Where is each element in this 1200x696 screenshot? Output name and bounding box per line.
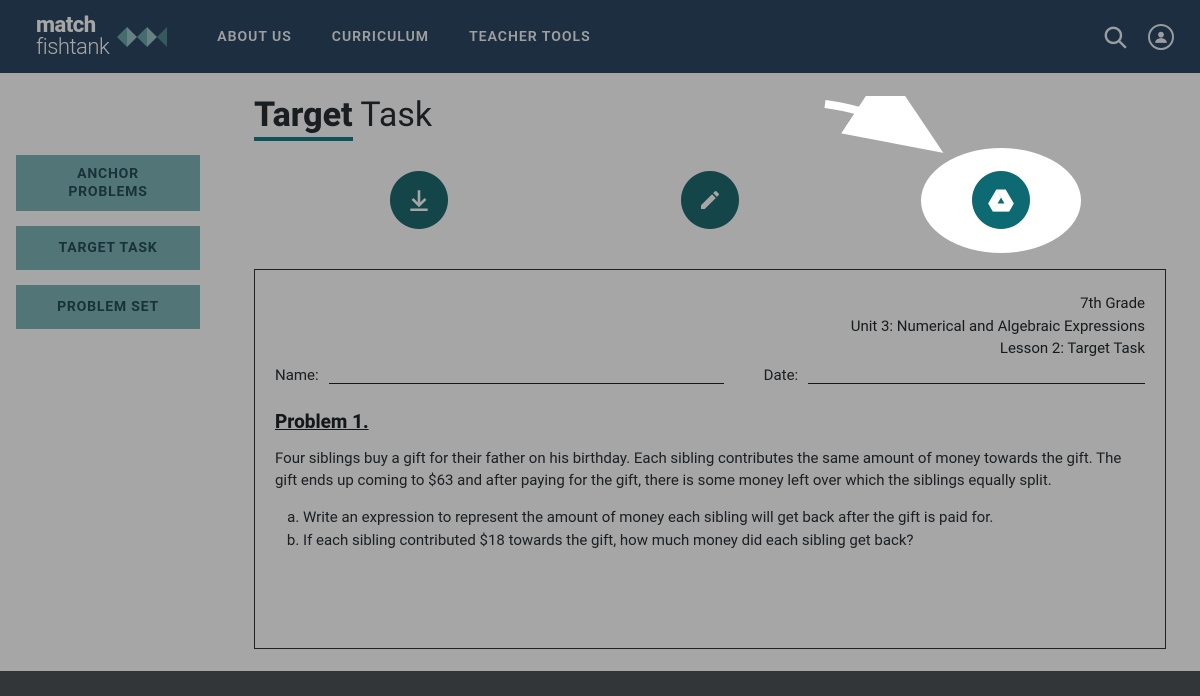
sidebar-anchor-line1: ANCHOR — [77, 166, 139, 182]
sidebar-target-task[interactable]: TARGET TASK — [16, 226, 200, 270]
sidebar-anchor-line2: PROBLEMS — [24, 183, 192, 201]
nav-curriculum[interactable]: CURRICULUM — [332, 29, 429, 45]
main-nav: ABOUT US CURRICULUM TEACHER TOOLS — [217, 29, 590, 45]
problem-part-b: If each sibling contributed $18 towards … — [303, 529, 1145, 552]
drive-spotlight — [921, 148, 1081, 253]
doc-lesson: Lesson 2: Target Task — [275, 337, 1145, 360]
main-content: Target Task — [200, 73, 1200, 671]
problem-subparts: Write an expression to represent the amo… — [303, 506, 1145, 553]
doc-grade: 7th Grade — [275, 292, 1145, 315]
doc-unit: Unit 3: Numerical and Algebraic Expressi… — [275, 315, 1145, 338]
doc-date-line — [808, 366, 1145, 384]
header-nav: match fishtank ABOUT US CURRICULUM TEACH… — [0, 0, 1200, 73]
google-drive-icon — [986, 186, 1016, 214]
problem-body: Four siblings buy a gift for their fathe… — [275, 447, 1145, 492]
sidebar-anchor-problems[interactable]: ANCHOR PROBLEMS — [16, 155, 200, 211]
page-title: Target Task — [254, 95, 1166, 141]
google-drive-button[interactable] — [972, 171, 1030, 229]
document-preview: 7th Grade Unit 3: Numerical and Algebrai… — [254, 269, 1166, 649]
logo-text-thin: fishtank — [36, 37, 109, 59]
user-icon[interactable] — [1148, 24, 1174, 50]
doc-name-line — [329, 366, 724, 384]
problem-part-a: Write an expression to represent the amo… — [303, 506, 1145, 529]
logo-mark-icon — [117, 22, 167, 52]
page-title-underline: Target — [254, 95, 353, 141]
doc-date-label: Date: — [764, 366, 799, 384]
action-row — [254, 171, 1166, 229]
sidebar: ANCHOR PROBLEMS TARGET TASK PROBLEM SET — [0, 73, 200, 671]
edit-button[interactable] — [681, 171, 739, 229]
logo[interactable]: match fishtank — [36, 15, 167, 59]
problem-title: Problem 1. — [275, 410, 1145, 433]
sidebar-problem-set[interactable]: PROBLEM SET — [16, 285, 200, 329]
page-title-rest: Task — [353, 95, 432, 135]
search-icon[interactable] — [1102, 24, 1128, 50]
nav-teacher-tools[interactable]: TEACHER TOOLS — [469, 29, 591, 45]
footer-strip — [0, 671, 1200, 696]
logo-text-bold: match — [36, 15, 109, 37]
download-button[interactable] — [390, 171, 448, 229]
doc-name-label: Name: — [275, 366, 319, 384]
nav-about[interactable]: ABOUT US — [217, 29, 292, 45]
